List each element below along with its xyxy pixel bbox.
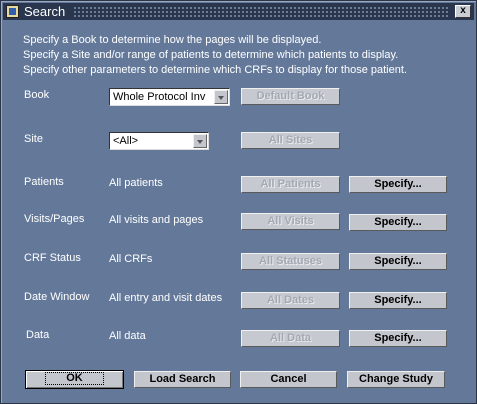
- all-patients-button[interactable]: All Patients: [241, 176, 340, 193]
- data-label: Data: [26, 329, 50, 341]
- data-value: All data: [109, 330, 146, 342]
- patients-label: Patients: [24, 176, 64, 188]
- all-visits-button[interactable]: All Visits: [241, 213, 340, 230]
- visits-pages-label: Visits/Pages: [24, 213, 85, 225]
- site-select[interactable]: <All>: [109, 132, 209, 150]
- all-dates-button[interactable]: All Dates: [241, 292, 340, 309]
- all-statuses-button[interactable]: All Statuses: [241, 253, 340, 270]
- app-icon: [6, 5, 19, 18]
- title-bar[interactable]: Search x: [3, 3, 474, 20]
- site-label: Site: [24, 133, 43, 145]
- all-sites-button[interactable]: All Sites: [241, 132, 340, 149]
- intro-line-2: Specify a Site and/or range of patients …: [23, 49, 399, 61]
- cancel-button[interactable]: Cancel: [240, 371, 337, 388]
- ok-button-label: OK: [45, 372, 104, 385]
- titlebar-pattern: [73, 6, 448, 17]
- patients-value: All patients: [109, 177, 163, 189]
- specify-date-window-button[interactable]: Specify...: [349, 292, 447, 309]
- chevron-down-icon[interactable]: [193, 134, 207, 148]
- visits-pages-value: All visits and pages: [109, 214, 204, 226]
- date-window-label: Date Window: [24, 291, 90, 303]
- specify-data-button[interactable]: Specify...: [349, 330, 447, 347]
- specify-crf-status-button[interactable]: Specify...: [349, 253, 447, 270]
- intro-line-1: Specify a Book to determine how the page…: [23, 34, 322, 46]
- default-book-button[interactable]: Default Book: [241, 88, 340, 105]
- chevron-down-icon[interactable]: [214, 90, 228, 104]
- book-select[interactable]: Whole Protocol Inv: [109, 88, 230, 106]
- specify-patients-button[interactable]: Specify...: [349, 176, 447, 193]
- all-data-button[interactable]: All Data: [241, 330, 340, 347]
- crf-status-label: CRF Status: [24, 252, 81, 264]
- date-window-value: All entry and visit dates: [109, 292, 223, 304]
- window-title: Search: [24, 4, 66, 19]
- search-dialog: Search x Specify a Book to determine how…: [0, 0, 477, 404]
- ok-button[interactable]: OK: [25, 370, 124, 389]
- book-select-value: Whole Protocol Inv: [113, 91, 206, 103]
- specify-visits-button[interactable]: Specify...: [349, 214, 447, 231]
- load-search-button[interactable]: Load Search: [134, 371, 231, 388]
- book-label: Book: [24, 89, 50, 101]
- site-select-value: <All>: [113, 135, 139, 147]
- change-study-button[interactable]: Change Study: [347, 371, 445, 388]
- close-icon[interactable]: x: [455, 5, 471, 18]
- intro-line-3: Specify other parameters to determine wh…: [23, 64, 407, 76]
- crf-status-value: All CRFs: [109, 253, 153, 265]
